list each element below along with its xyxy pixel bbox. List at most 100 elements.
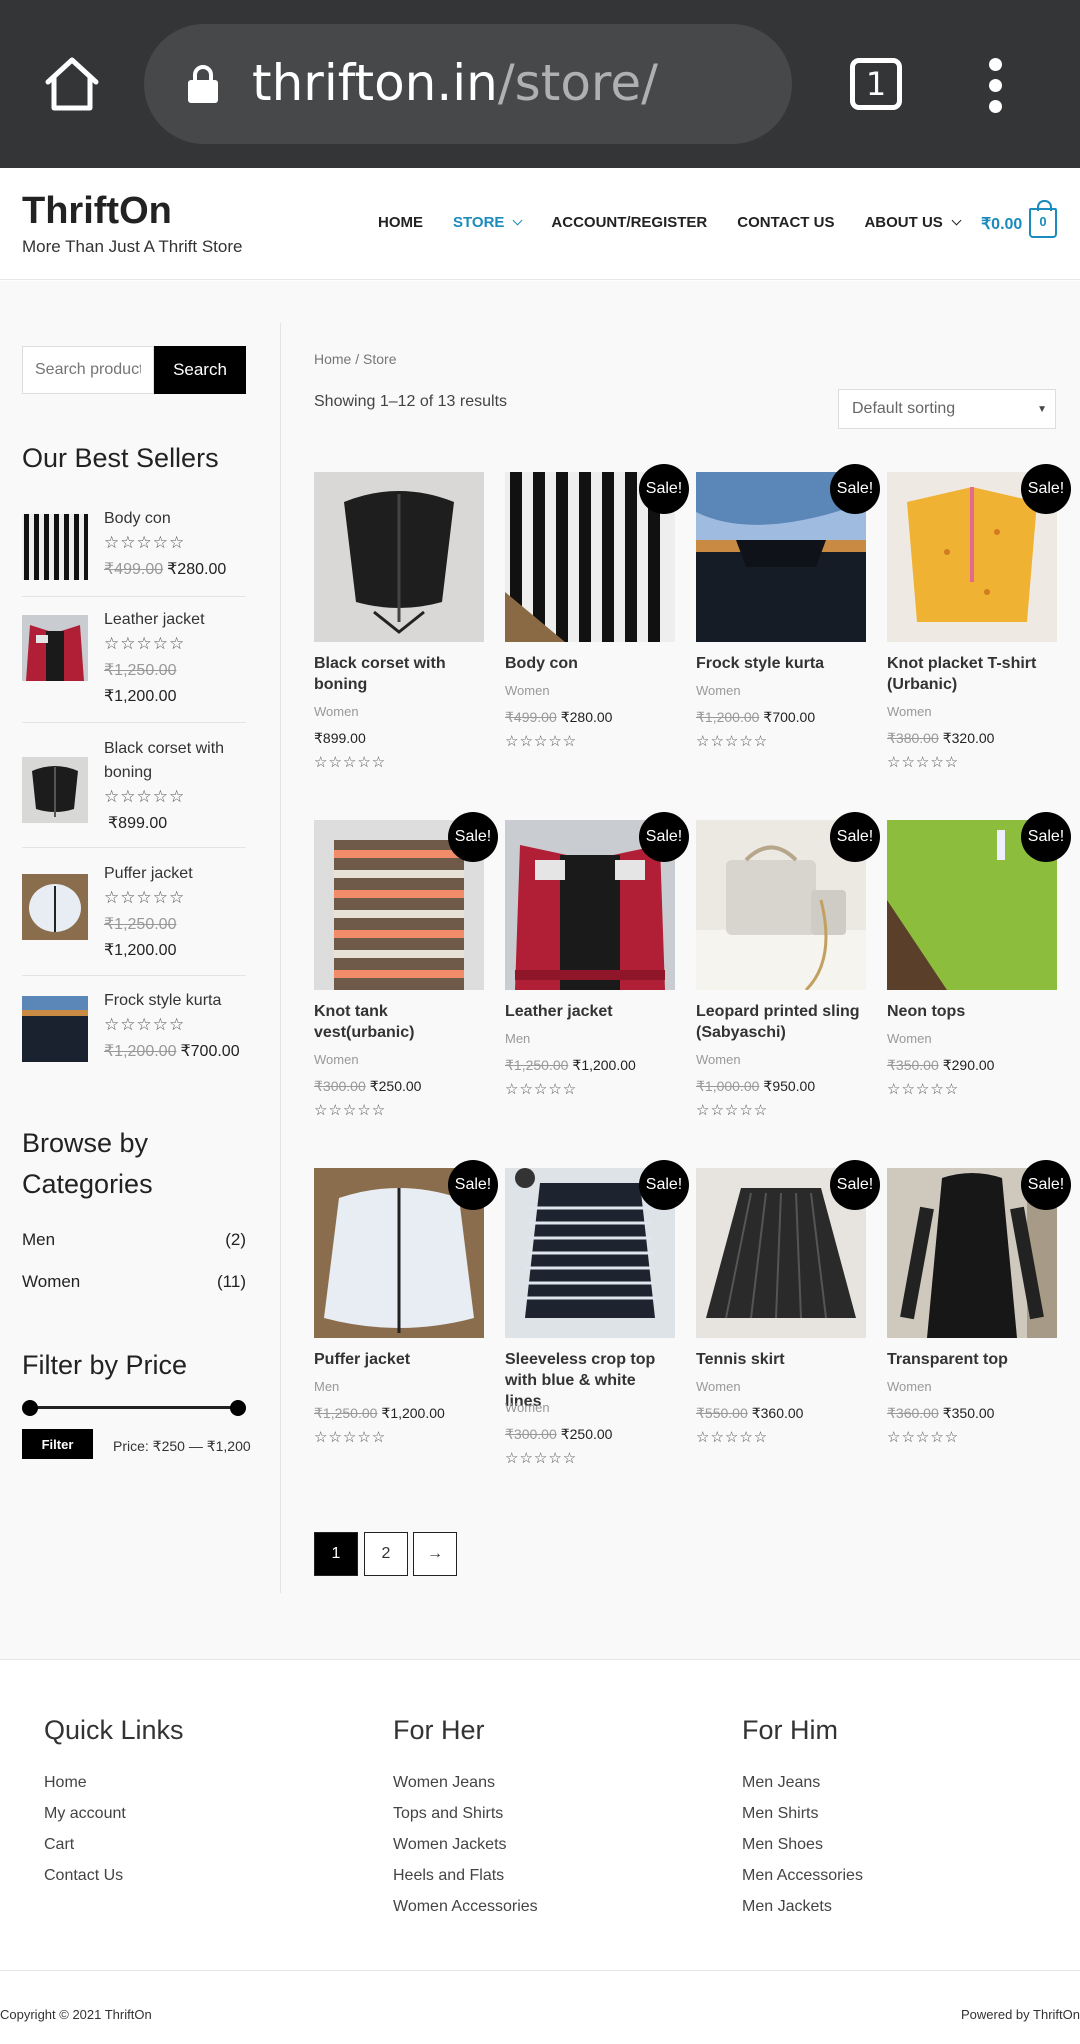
product-card[interactable]: Sale! Leopard printed sling (Sabyaschi) … bbox=[696, 812, 880, 1130]
product-name[interactable]: Leather jacket bbox=[505, 1001, 675, 1022]
best-seller-price: ₹1,200.00 ₹700.00 bbox=[104, 1041, 240, 1061]
filter-button[interactable]: Filter bbox=[22, 1429, 93, 1459]
footer-link[interactable]: Men Jeans bbox=[742, 1774, 863, 1805]
footer-link[interactable]: Women Jeans bbox=[393, 1774, 538, 1805]
home-icon[interactable] bbox=[42, 54, 102, 114]
product-name[interactable]: Frock style kurta bbox=[696, 653, 866, 674]
footer-link[interactable]: Women Jackets bbox=[393, 1836, 538, 1867]
cart-bag-icon[interactable]: 0 bbox=[1029, 200, 1057, 238]
product-thumbnail[interactable] bbox=[22, 996, 88, 1062]
footer-link[interactable]: Cart bbox=[44, 1836, 184, 1867]
product-name[interactable]: Body con bbox=[505, 653, 675, 674]
product-card[interactable]: Sale! Transparent top Women ₹360.00 ₹350.… bbox=[887, 1160, 1071, 1458]
footer-link[interactable]: Contact Us bbox=[44, 1867, 184, 1898]
nav-about[interactable]: ABOUT US bbox=[864, 214, 962, 231]
sale-badge: Sale! bbox=[830, 464, 880, 514]
sale-badge: Sale! bbox=[448, 812, 498, 862]
product-card[interactable]: Sale! Leather jacket Men ₹1,250.00 ₹1,200… bbox=[505, 812, 689, 1110]
nav-account[interactable]: ACCOUNT/REGISTER bbox=[551, 214, 707, 231]
category-name[interactable]: Men bbox=[22, 1230, 55, 1249]
best-seller-name[interactable]: Leather jacket bbox=[104, 608, 254, 632]
footer-link[interactable]: Tops and Shirts bbox=[393, 1805, 538, 1836]
footer-link[interactable]: Men Jackets bbox=[742, 1898, 863, 1929]
product-category: Women bbox=[696, 1052, 741, 1067]
product-thumbnail[interactable] bbox=[22, 757, 88, 823]
best-seller-name[interactable]: Frock style kurta bbox=[104, 989, 254, 1013]
page-1[interactable]: 1 bbox=[314, 1532, 358, 1576]
footer-link[interactable]: Men Shirts bbox=[742, 1805, 863, 1836]
price-slider-max-handle[interactable] bbox=[230, 1400, 246, 1416]
tabs-icon[interactable]: 1 bbox=[850, 58, 902, 110]
nav-contact[interactable]: CONTACT US bbox=[737, 214, 834, 231]
product-card[interactable]: Sale! Sleeveless crop top with blue & wh… bbox=[505, 1160, 689, 1478]
category-men[interactable]: Men (2) bbox=[22, 1230, 246, 1250]
chevron-down-icon bbox=[512, 215, 523, 226]
product-price: ₹360.00 ₹350.00 bbox=[887, 1405, 994, 1422]
copyright: Copyright © 2021 ThriftOn bbox=[0, 2007, 152, 2022]
footer-link[interactable]: Men Shoes bbox=[742, 1836, 863, 1867]
product-card[interactable]: Sale! Puffer jacket Men ₹1,250.00 ₹1,200.… bbox=[314, 1160, 498, 1458]
product-card[interactable]: Black corset with boning Women ₹899.00 ☆… bbox=[314, 472, 484, 782]
product-name[interactable]: Black corset with boning bbox=[314, 653, 484, 695]
product-card[interactable]: Sale! Knot placket T-shirt (Urbanic) Wom… bbox=[887, 464, 1071, 782]
old-price: ₹1,250.00 bbox=[314, 1405, 378, 1421]
breadcrumb[interactable]: Home / Store bbox=[314, 351, 396, 367]
best-seller-name[interactable]: Body con bbox=[104, 507, 254, 531]
old-price: ₹300.00 bbox=[314, 1078, 366, 1094]
footer-link[interactable]: Heels and Flats bbox=[393, 1867, 538, 1898]
powered-by: Powered by ThriftOn bbox=[961, 2007, 1080, 2022]
star-rating: ☆☆☆☆☆ bbox=[314, 1429, 387, 1446]
product-name[interactable]: Knot placket T-shirt (Urbanic) bbox=[887, 653, 1057, 695]
product-card[interactable]: Sale! Body con Women ₹499.00 ₹280.00 ☆☆☆☆… bbox=[505, 464, 689, 762]
nav-about-label: ABOUT US bbox=[864, 214, 943, 231]
product-category: Women bbox=[314, 1052, 359, 1067]
product-image[interactable] bbox=[314, 472, 484, 642]
price-slider-track[interactable] bbox=[28, 1406, 238, 1409]
sale-price: ₹1,200.00 bbox=[572, 1057, 636, 1073]
category-count: (2) bbox=[225, 1230, 246, 1249]
old-price: ₹350.00 bbox=[887, 1057, 939, 1073]
footer-link[interactable]: Men Accessories bbox=[742, 1867, 863, 1898]
star-rating: ☆☆☆☆☆ bbox=[104, 1015, 186, 1034]
product-card[interactable]: Sale! Knot tank vest(urbanic) Women ₹300… bbox=[314, 812, 498, 1130]
product-thumbnail[interactable] bbox=[22, 874, 88, 940]
sort-select[interactable]: Default sorting ▼ bbox=[838, 389, 1056, 429]
nav-home[interactable]: HOME bbox=[378, 214, 423, 231]
footer-link[interactable]: My account bbox=[44, 1805, 184, 1836]
cart-total[interactable]: ₹0.00 bbox=[981, 214, 1022, 234]
nav-store[interactable]: STORE bbox=[453, 214, 523, 231]
lock-icon bbox=[188, 65, 218, 103]
product-name[interactable]: Transparent top bbox=[887, 1349, 1057, 1370]
price-slider-min-handle[interactable] bbox=[22, 1400, 38, 1416]
category-women[interactable]: Women (11) bbox=[22, 1272, 246, 1292]
search-button[interactable]: Search bbox=[154, 346, 246, 394]
product-name[interactable]: Neon tops bbox=[887, 1001, 1057, 1022]
product-name[interactable]: Leopard printed sling (Sabyaschi) bbox=[696, 1001, 866, 1043]
footer-link[interactable]: Women Accessories bbox=[393, 1898, 538, 1929]
product-category: Women bbox=[887, 1379, 932, 1394]
address-bar[interactable]: thrifton.in/store/ bbox=[144, 24, 792, 144]
page-2[interactable]: 2 bbox=[364, 1532, 408, 1576]
old-price: ₹550.00 bbox=[696, 1405, 748, 1421]
search-input[interactable] bbox=[22, 346, 154, 394]
product-name[interactable]: Knot tank vest(urbanic) bbox=[314, 1001, 484, 1043]
next-page-button[interactable]: → bbox=[413, 1532, 457, 1576]
best-seller-name[interactable]: Puffer jacket bbox=[104, 862, 254, 886]
product-thumbnail[interactable] bbox=[22, 615, 88, 681]
product-card[interactable]: Sale! Tennis skirt Women ₹550.00 ₹360.00 … bbox=[696, 1160, 880, 1458]
product-card[interactable]: Sale! Frock style kurta Women ₹1,200.00 ₹… bbox=[696, 464, 880, 762]
sale-price: ₹350.00 bbox=[942, 1405, 995, 1421]
footer-link[interactable]: Home bbox=[44, 1774, 184, 1805]
menu-icon[interactable] bbox=[985, 58, 1005, 114]
product-thumbnail[interactable] bbox=[22, 514, 88, 580]
best-seller-price: ₹1,250.00 bbox=[104, 660, 180, 680]
product-name[interactable]: Tennis skirt bbox=[696, 1349, 866, 1370]
site-title[interactable]: ThriftOn bbox=[22, 190, 172, 233]
nav-store-label: STORE bbox=[453, 214, 505, 231]
category-name[interactable]: Women bbox=[22, 1272, 80, 1291]
footer-title: Quick Links bbox=[44, 1715, 184, 1745]
product-name[interactable]: Puffer jacket bbox=[314, 1349, 484, 1370]
product-card[interactable]: Sale! Neon tops Women ₹350.00 ₹290.00 ☆☆☆… bbox=[887, 812, 1071, 1110]
best-seller-name[interactable]: Black corset with boning bbox=[104, 737, 254, 785]
star-rating: ☆☆☆☆☆ bbox=[104, 634, 186, 653]
